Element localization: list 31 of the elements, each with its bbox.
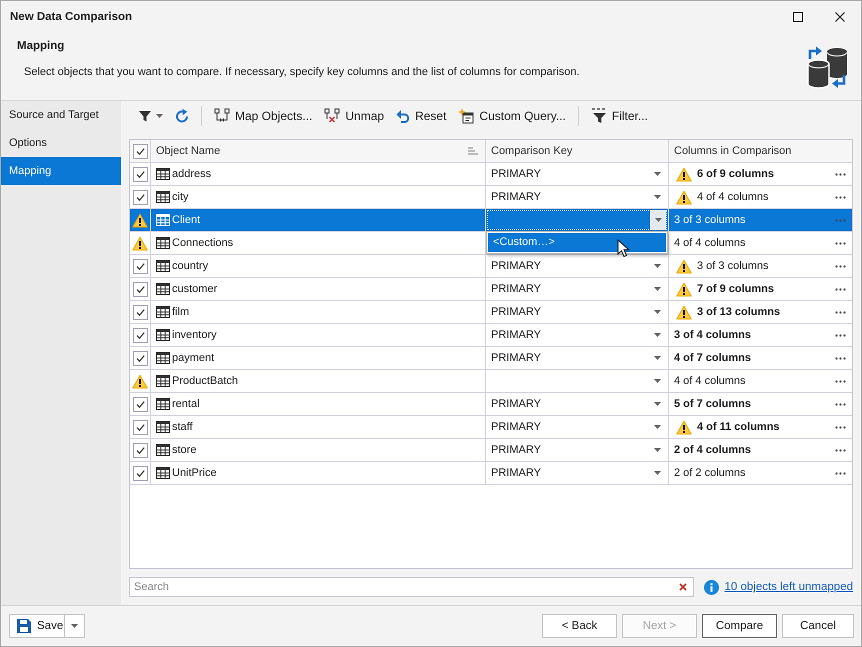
column-count: 4 of 11 columns	[697, 421, 781, 433]
column-count: 2 of 2 columns	[674, 467, 747, 479]
column-count: 3 of 4 columns	[674, 329, 752, 341]
column-count: 4 of 4 columns	[674, 237, 747, 249]
column-count: 4 of 4 columns	[697, 191, 770, 203]
column-count: 3 of 3 columns	[674, 214, 747, 226]
column-count: 3 of 3 columns	[697, 260, 770, 272]
column-count: 6 of 9 columns	[697, 168, 776, 180]
column-count: 3 of 13 columns	[697, 306, 782, 318]
object-name: payment	[172, 352, 214, 364]
object-name: country	[172, 260, 208, 272]
column-count: 2 of 4 columns	[674, 444, 752, 456]
column-count: 4 of 4 columns	[674, 375, 747, 387]
section-title: Mapping	[17, 39, 66, 53]
object-name: address	[172, 168, 212, 180]
object-name: city	[172, 191, 188, 203]
column-count: 4 of 7 columns	[674, 352, 752, 364]
object-name: UnitPrice	[172, 467, 217, 479]
object-name: store	[172, 444, 196, 456]
object-name: customer	[172, 283, 218, 295]
section-description: Select objects that you want to compare. If necessary, specify key columns and the list of columns for comparison.	[23, 65, 581, 79]
column-count: 5 of 7 columns	[674, 398, 752, 410]
column-count: 7 of 9 columns	[697, 283, 776, 295]
object-name: film	[172, 306, 190, 318]
object-name: inventory	[172, 329, 217, 341]
object-name: rental	[172, 398, 200, 410]
window-title: New Data Comparison	[10, 11, 134, 23]
object-name: staff	[172, 421, 193, 433]
object-name: Connections	[172, 237, 234, 249]
object-name: ProductBatch	[172, 375, 238, 387]
object-name: Client	[172, 214, 200, 226]
